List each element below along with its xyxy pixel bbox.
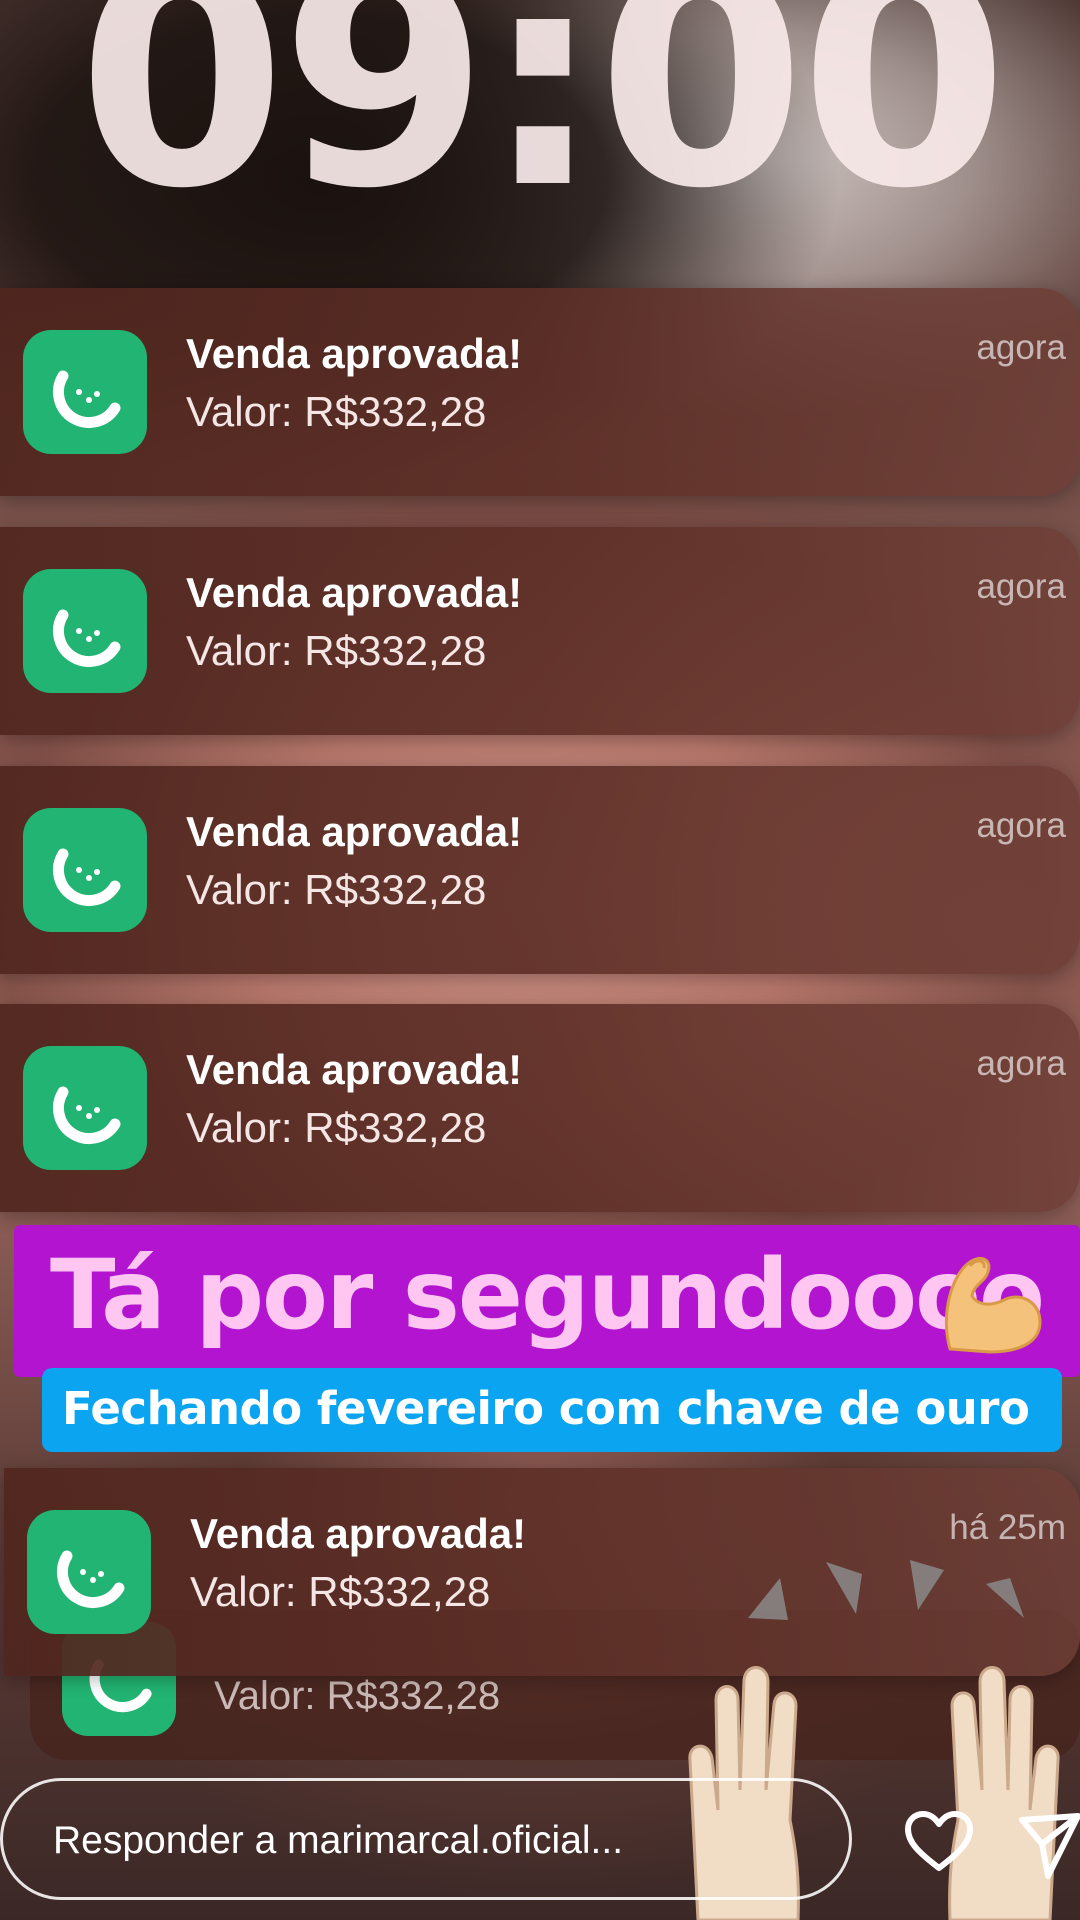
notification-body: Valor: R$332,28 xyxy=(190,1568,491,1615)
watermelon-slice-icon xyxy=(23,330,147,454)
notification-time: agora xyxy=(976,567,1066,606)
notification-time: agora xyxy=(976,328,1066,367)
sparkles-lines-sticker xyxy=(748,1560,1024,1620)
notification-body: Valor: R$332,28 xyxy=(186,388,487,435)
watermelon-slice-icon xyxy=(23,808,147,932)
notification-body: Valor: R$332,28 xyxy=(186,627,487,674)
notification-card: Venda aprovada! Valor: R$332,28 agora xyxy=(0,766,1080,974)
heart-icon[interactable] xyxy=(904,1810,974,1874)
watermelon-slice-icon xyxy=(23,569,147,693)
notification-title: Venda aprovada! xyxy=(190,1510,527,1557)
lockscreen-clock: 09:00 xyxy=(77,0,1009,254)
notification-card: Venda aprovada! Valor: R$332,28 agora xyxy=(0,527,1080,735)
caption-headline-text: Tá por segundoooo xyxy=(50,1239,1045,1351)
notification-body: Valor: R$332,28 xyxy=(214,1674,501,1718)
caption-headline: Tá por segundoooo xyxy=(14,1225,1080,1377)
notification-title: Venda aprovada! xyxy=(186,569,523,616)
notification-title: Venda aprovada! xyxy=(186,808,523,855)
send-paper-plane-icon[interactable] xyxy=(1018,1804,1080,1884)
notification-time: agora xyxy=(976,806,1066,845)
watermelon-slice-icon xyxy=(23,1046,147,1170)
flexed-biceps-emoji xyxy=(945,1256,1042,1354)
caption-subline: Fechando fevereiro com chave de ouro xyxy=(42,1368,1062,1452)
reply-placeholder: Responder a marimarcal.oficial... xyxy=(53,1819,624,1862)
notification-card: Venda aprovada! Valor: R$332,28 agora xyxy=(0,288,1080,496)
notification-title: Venda aprovada! xyxy=(186,1046,523,1093)
notification-body: Valor: R$332,28 xyxy=(186,866,487,913)
notification-time: há 25m xyxy=(949,1508,1066,1547)
notification-title: Venda aprovada! xyxy=(186,330,523,377)
notification-card: Venda aprovada! Valor: R$332,28 agora xyxy=(0,1004,1080,1212)
reply-input[interactable]: Responder a marimarcal.oficial... xyxy=(0,1778,852,1900)
caption-subline-text: Fechando fevereiro com chave de ouro xyxy=(62,1382,1030,1435)
notification-body: Valor: R$332,28 xyxy=(186,1104,487,1151)
watermelon-slice-icon xyxy=(27,1510,151,1634)
notification-time: agora xyxy=(976,1044,1066,1083)
